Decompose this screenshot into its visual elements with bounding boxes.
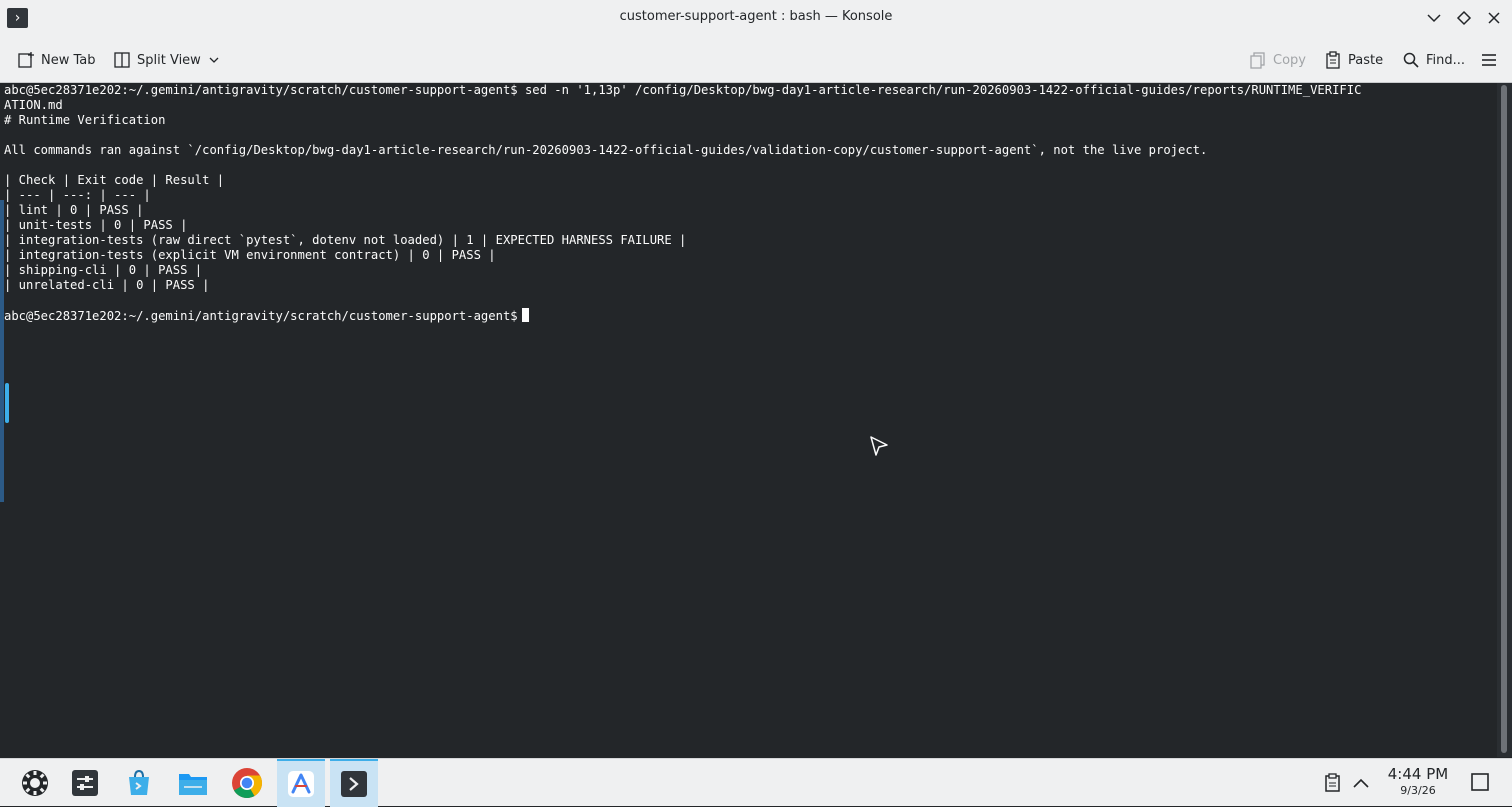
copy-icon xyxy=(1250,52,1265,69)
terminal-line: All commands ran against `/config/Deskto… xyxy=(4,143,1208,157)
paste-button[interactable]: Paste xyxy=(1324,49,1383,71)
new-tab-icon xyxy=(18,52,34,68)
terminal-line: | unrelated-cli | 0 | PASS | xyxy=(4,278,210,292)
text-cursor xyxy=(521,308,529,322)
system-settings-icon xyxy=(72,770,98,796)
find-button[interactable]: Find... xyxy=(1402,49,1465,71)
terminal-view[interactable]: abc@5ec28371e202:~/.gemini/antigravity/s… xyxy=(0,83,1497,757)
clock-time[interactable]: 4:44 PM xyxy=(1378,765,1458,783)
search-icon xyxy=(1403,52,1419,68)
hamburger-menu-icon xyxy=(1482,54,1496,66)
new-tab-button[interactable]: New Tab xyxy=(17,49,96,71)
chrome-icon xyxy=(232,768,262,799)
terminal-line: | --- | ---: | --- | xyxy=(4,188,151,202)
terminal-line: | integration-tests (explicit VM environ… xyxy=(4,248,496,262)
chevron-up-icon[interactable] xyxy=(1351,773,1371,793)
copy-label: Copy xyxy=(1273,52,1306,68)
terminal-line: | Check | Exit code | Result | xyxy=(4,173,225,187)
discover-button[interactable] xyxy=(115,761,163,805)
terminal-line: abc@5ec28371e202:~/.gemini/antigravity/s… xyxy=(4,83,1362,97)
file-manager-icon xyxy=(179,774,207,795)
terminal-line: | unit-tests | 0 | PASS | xyxy=(4,218,188,232)
hamburger-menu-button[interactable] xyxy=(1480,49,1498,71)
terminal-output[interactable]: abc@5ec28371e202:~/.gemini/antigravity/s… xyxy=(4,83,1361,324)
konsole-button[interactable] xyxy=(330,759,378,807)
split-view-label: Split View xyxy=(137,52,201,68)
terminal-line: | shipping-cli | 0 | PASS | xyxy=(4,263,203,277)
close-button[interactable] xyxy=(1484,8,1504,28)
split-view-button[interactable]: Split View xyxy=(113,49,221,71)
terminal-scrollbar[interactable] xyxy=(1497,83,1512,757)
mouse-pointer-icon xyxy=(870,436,888,456)
file-manager-button[interactable] xyxy=(169,761,217,805)
chevron-down-icon xyxy=(1427,14,1441,23)
close-icon xyxy=(1488,12,1500,24)
konsole-icon xyxy=(341,771,367,797)
terminal-margin-marker xyxy=(0,200,4,502)
chevron-down-icon xyxy=(209,57,219,63)
clock-date[interactable]: 9/3/26 xyxy=(1378,784,1458,797)
antigravity-button[interactable] xyxy=(277,759,325,807)
diamond-icon xyxy=(1456,10,1472,26)
system-settings-button[interactable] xyxy=(61,761,109,805)
window-title: customer-support-agent : bash — Konsole xyxy=(619,9,893,24)
scrollbar-thumb[interactable] xyxy=(1501,85,1507,753)
show-desktop-icon[interactable] xyxy=(1470,772,1490,792)
terminal-line: # Runtime Verification xyxy=(4,113,166,127)
terminal-prompt: abc@5ec28371e202:~/.gemini/antigravity/s… xyxy=(4,309,518,323)
clipboard-icon[interactable] xyxy=(1324,773,1342,793)
toolbar: New Tab Split View Copy Paste Find... xyxy=(0,36,1512,83)
find-label: Find... xyxy=(1426,52,1466,68)
discover-icon xyxy=(129,769,149,795)
terminal-line: ATION.md xyxy=(4,98,63,112)
resize-handle[interactable] xyxy=(5,383,9,423)
antigravity-icon xyxy=(288,771,314,797)
maximize-button[interactable] xyxy=(1454,8,1474,28)
chrome-button[interactable] xyxy=(223,761,271,805)
copy-button[interactable]: Copy xyxy=(1249,49,1306,71)
terminal-line: | lint | 0 | PASS | xyxy=(4,203,144,217)
split-view-icon xyxy=(114,52,130,68)
paste-icon xyxy=(1326,51,1340,69)
new-tab-label: New Tab xyxy=(41,52,96,68)
title-bar: › customer-support-agent : bash — Konsol… xyxy=(0,0,1512,36)
taskbar xyxy=(0,758,1512,807)
paste-label: Paste xyxy=(1348,52,1384,68)
terminal-line: | integration-tests (raw direct `pytest`… xyxy=(4,233,687,247)
minimize-button[interactable] xyxy=(1424,8,1444,28)
app-launcher-icon xyxy=(22,770,48,796)
app-launcher-button[interactable] xyxy=(11,761,59,805)
